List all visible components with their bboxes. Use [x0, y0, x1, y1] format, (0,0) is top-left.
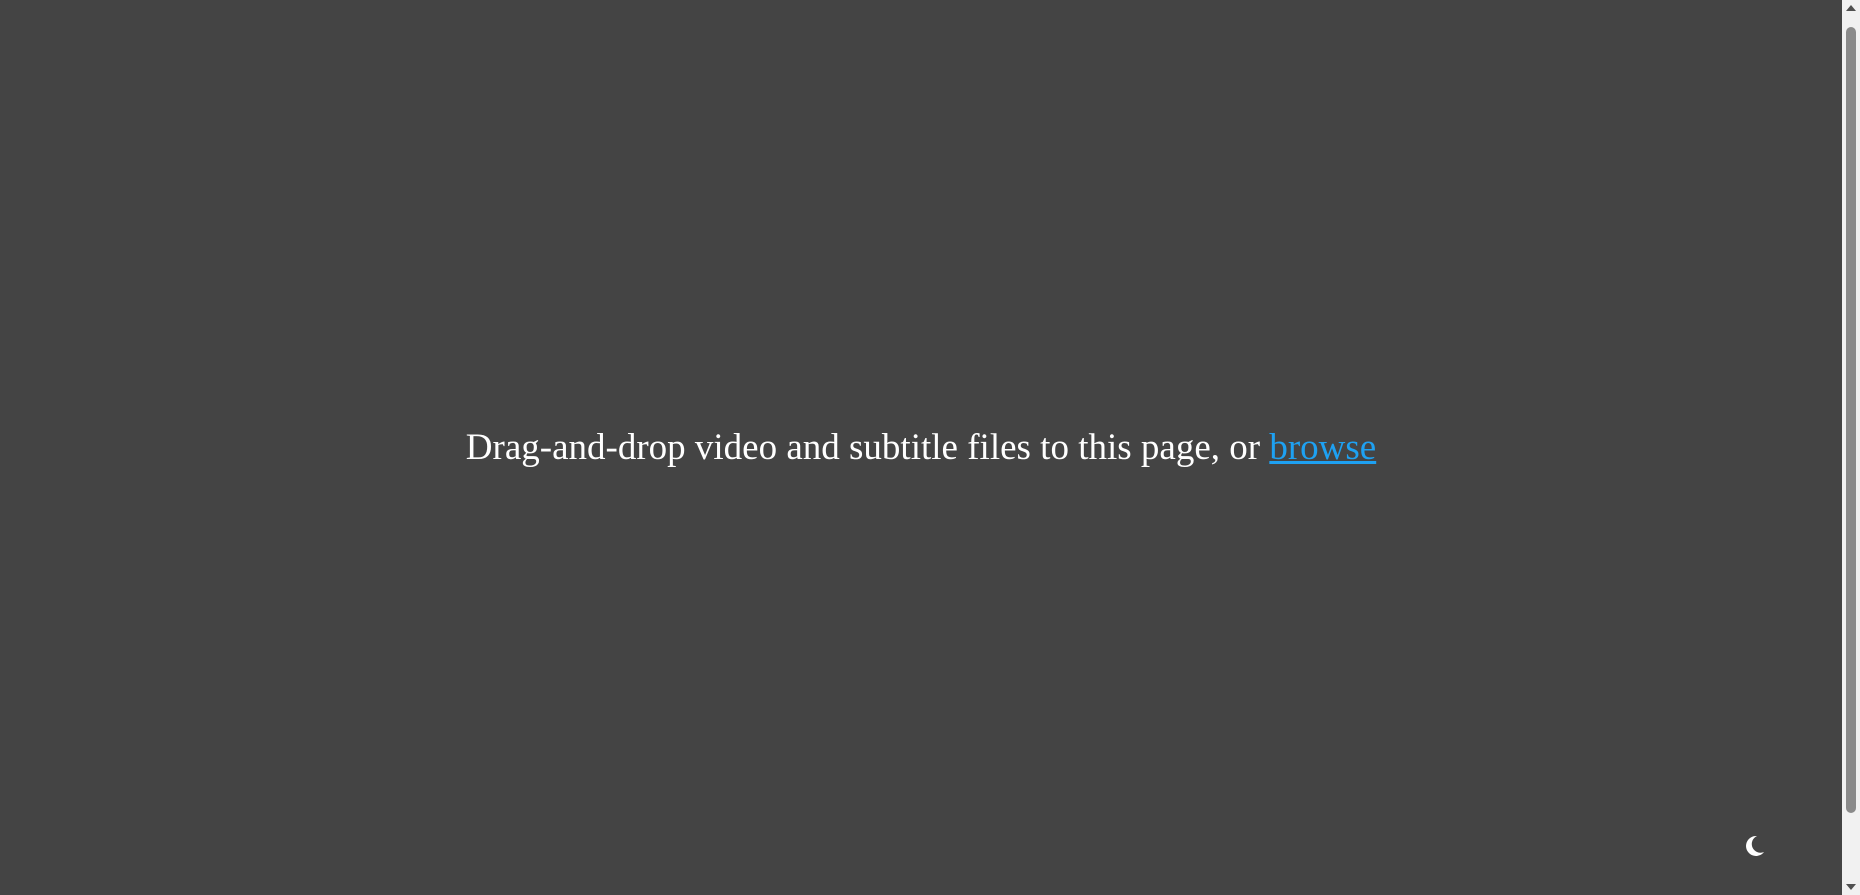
- scrollbar-thumb[interactable]: [1846, 27, 1856, 813]
- scroll-down-icon: [1846, 884, 1856, 890]
- scroll-up-icon: [1846, 5, 1856, 11]
- drop-instructions-text: Drag-and-drop video and subtitle files t…: [465, 426, 1270, 468]
- scroll-up-arrow[interactable]: [1842, 0, 1860, 18]
- browse-link[interactable]: browse: [1269, 427, 1376, 468]
- drop-message: Drag-and-drop video and subtitle files t…: [466, 429, 1376, 466]
- theme-toggle-button[interactable]: [1740, 832, 1768, 860]
- moon-icon: [1746, 835, 1764, 856]
- drop-zone[interactable]: Drag-and-drop video and subtitle files t…: [0, 0, 1842, 895]
- vertical-scrollbar[interactable]: [1842, 0, 1860, 895]
- scroll-down-arrow[interactable]: [1842, 877, 1860, 895]
- app-page: Drag-and-drop video and subtitle files t…: [0, 0, 1860, 895]
